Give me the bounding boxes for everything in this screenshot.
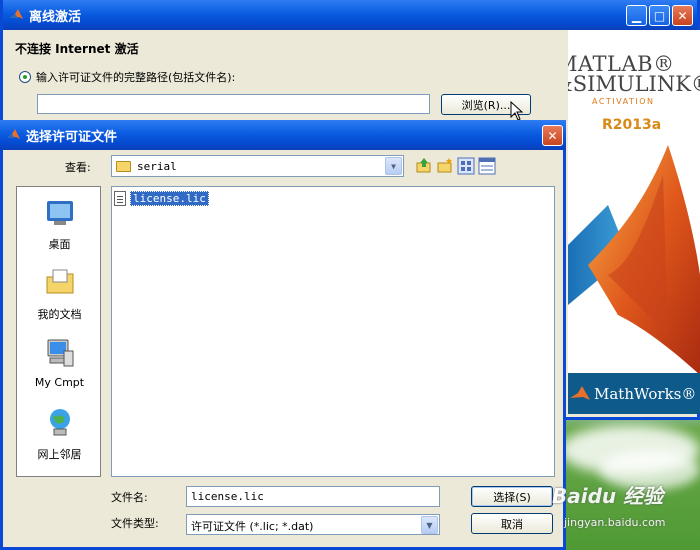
- matlab-logo-icon: [7, 129, 20, 139]
- close-icon: ✕: [547, 128, 558, 143]
- place-my-computer[interactable]: My Cmpt: [17, 337, 102, 389]
- mathworks-logo-icon: [570, 385, 590, 400]
- dialog-close-button[interactable]: ✕: [542, 125, 563, 146]
- details-view-icon: [478, 157, 496, 175]
- file-name-input[interactable]: license.lic: [186, 486, 440, 507]
- minimize-icon: ▁: [631, 8, 642, 23]
- place-label: My Cmpt: [34, 376, 85, 389]
- look-in-value: serial: [137, 159, 177, 173]
- list-view-button[interactable]: [457, 157, 475, 175]
- my-computer-icon: [47, 339, 73, 367]
- file-type-value: 许可证文件 (*.lic; *.dat): [191, 520, 314, 533]
- cancel-button[interactable]: 取消: [471, 513, 553, 534]
- mathworks-footer: MathWorks®: [568, 373, 700, 414]
- document-icon: [114, 190, 126, 206]
- mouse-pointer-icon: [510, 101, 524, 121]
- look-in-dropdown[interactable]: serial ▼: [111, 155, 404, 177]
- file-type-label: 文件类型:: [111, 517, 159, 530]
- matlab-branding-panel: MATLAB® &SIMULINK® ACTIVATION R2013a Mat…: [568, 30, 700, 414]
- place-label: 我的文档: [37, 308, 82, 321]
- radio-button[interactable]: [19, 71, 31, 83]
- brand-activation: ACTIVATION: [592, 97, 655, 106]
- radio-label: 输入许可证文件的完整路径(包括文件名):: [36, 71, 236, 84]
- desktop-icon: [46, 201, 73, 225]
- baidu-watermark: Baidu 经验 jingyan.baidu.com: [552, 470, 700, 540]
- place-network[interactable]: 网上邻居: [17, 407, 102, 462]
- places-bar: 桌面 我的文档 My Cmpt 网上邻居: [16, 186, 101, 477]
- maximize-icon: □: [653, 8, 666, 23]
- file-type-dropdown[interactable]: 许可证文件 (*.lic; *.dat) ▼: [186, 514, 440, 535]
- new-folder-icon: [437, 158, 452, 173]
- close-button[interactable]: ✕: [672, 5, 693, 26]
- watermark-brand: Baidu 经验: [552, 484, 664, 508]
- dialog-toolbar: [415, 157, 496, 175]
- file-item[interactable]: license.lic: [114, 190, 209, 206]
- mathworks-name: MathWorks®: [594, 384, 697, 403]
- dialog-titlebar[interactable]: 选择许可证文件 ✕: [0, 120, 566, 150]
- matlab-logo-icon: [10, 9, 23, 19]
- place-label: 桌面: [48, 238, 71, 251]
- folder-icon: [116, 160, 131, 172]
- place-label: 网上邻居: [37, 448, 82, 461]
- offline-activation-heading: 不连接 Internet 激活: [15, 42, 139, 56]
- place-desktop[interactable]: 桌面: [17, 197, 102, 252]
- brand-simulink: &SIMULINK®: [568, 72, 700, 96]
- close-icon: ✕: [677, 8, 688, 23]
- place-my-documents[interactable]: 我的文档: [17, 267, 102, 322]
- maximize-button[interactable]: □: [649, 5, 670, 26]
- chevron-down-icon[interactable]: ▼: [421, 516, 438, 534]
- brand-release: R2013a: [602, 117, 662, 133]
- activation-window-titlebar[interactable]: 离线激活 ▁ □ ✕: [3, 0, 697, 30]
- file-list[interactable]: license.lic: [111, 186, 555, 477]
- file-name-label: 文件名:: [111, 491, 148, 504]
- up-folder-icon: [416, 158, 431, 173]
- chevron-down-icon[interactable]: ▼: [385, 157, 402, 175]
- file-item-name: license.lic: [130, 190, 209, 206]
- details-view-button[interactable]: [478, 157, 496, 175]
- network-places-icon: [49, 409, 70, 436]
- my-documents-icon: [46, 269, 73, 294]
- look-in-label: 查看:: [65, 161, 91, 174]
- new-folder-button[interactable]: [436, 157, 454, 175]
- matlab-membrane-logo: [568, 145, 700, 375]
- list-view-icon: [457, 157, 475, 175]
- minimize-button[interactable]: ▁: [626, 5, 647, 26]
- watermark-url: jingyan.baidu.com: [564, 516, 666, 529]
- license-path-input[interactable]: [37, 94, 430, 114]
- up-folder-button[interactable]: [415, 157, 433, 175]
- select-button[interactable]: 选择(S): [471, 486, 553, 507]
- select-license-file-dialog: 选择许可证文件 ✕ 查看: serial ▼ 桌面 我的文档 My Cmpt 网…: [0, 120, 566, 550]
- license-path-radio-option[interactable]: 输入许可证文件的完整路径(包括文件名):: [19, 69, 235, 85]
